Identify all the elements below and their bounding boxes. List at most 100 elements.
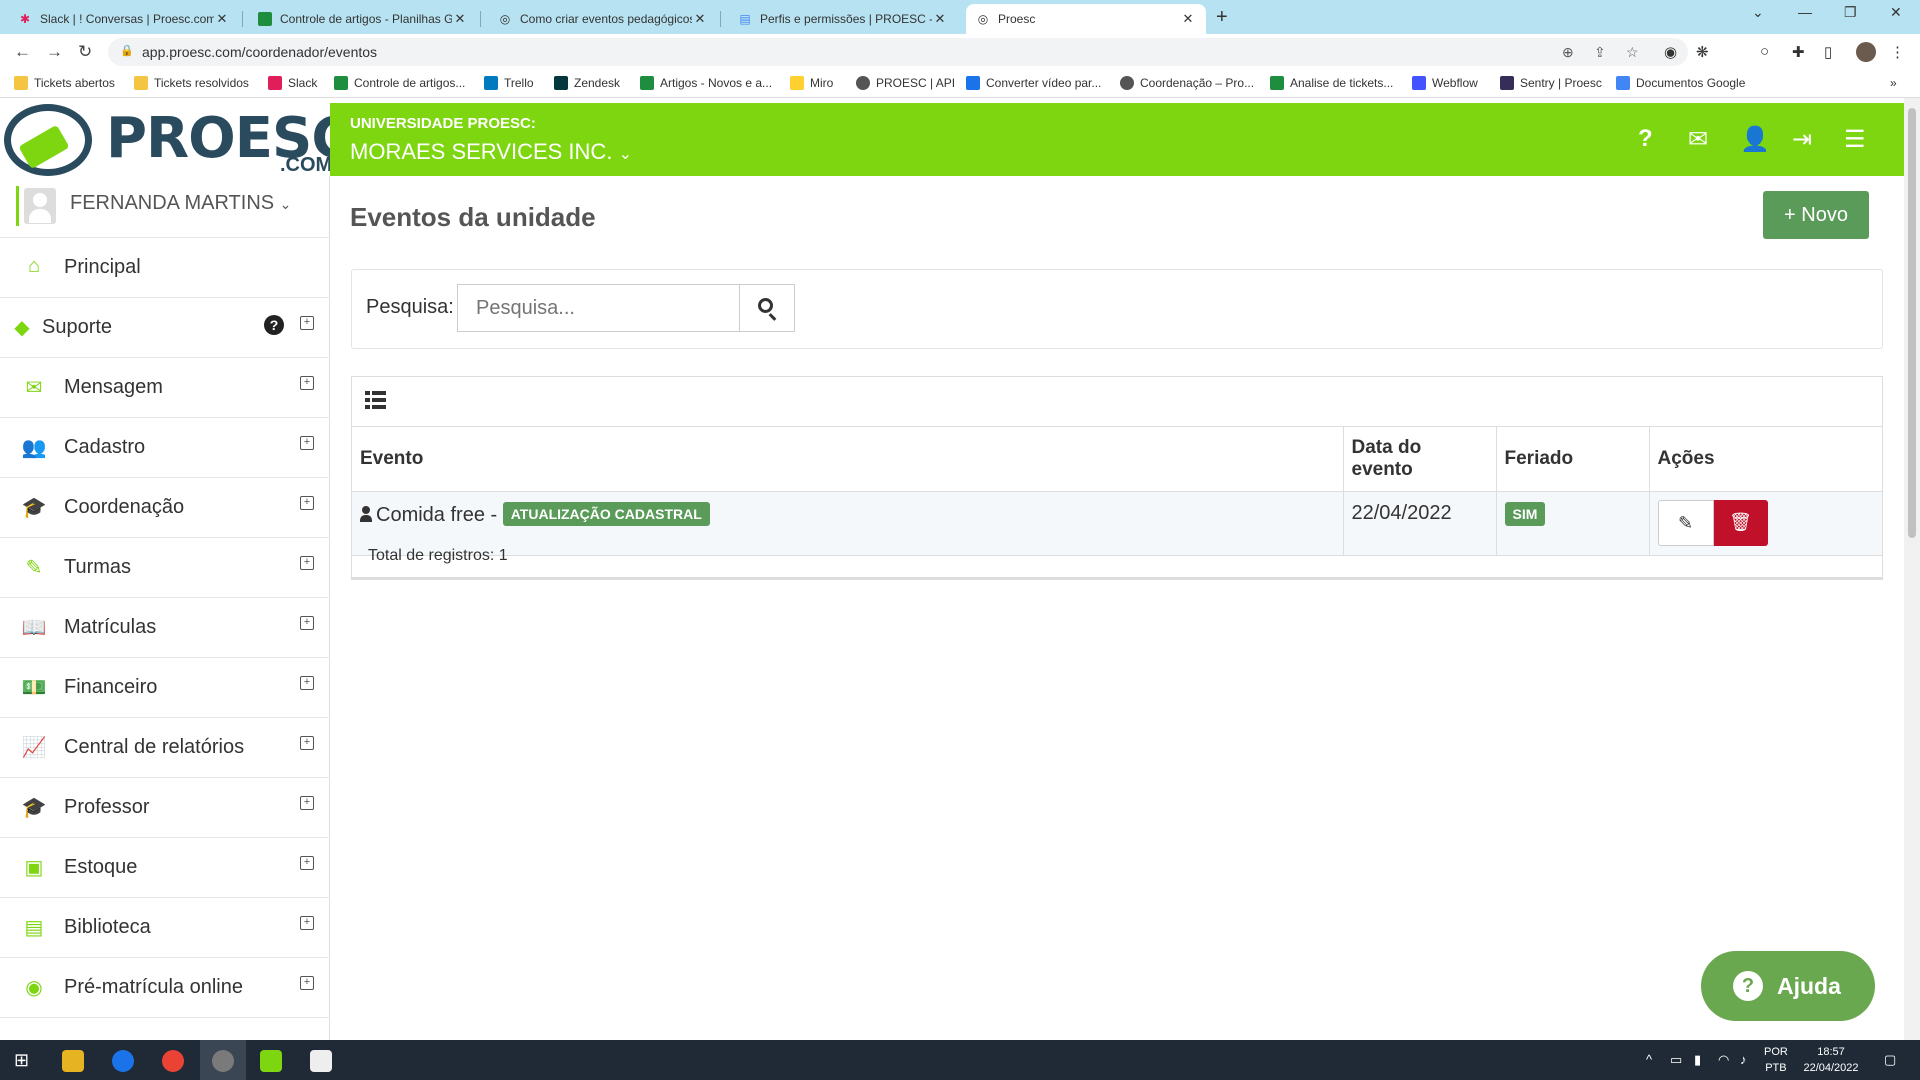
restore-button[interactable]: ❐: [1844, 4, 1857, 21]
file-explorer-icon[interactable]: [62, 1050, 84, 1072]
app-icon[interactable]: [310, 1050, 332, 1072]
bookmark-item[interactable]: Slack: [268, 76, 317, 90]
chevron-up-icon[interactable]: ^: [1646, 1052, 1652, 1067]
minimize-button[interactable]: —: [1798, 4, 1812, 20]
tab-slack[interactable]: ✱ Slack | ! Conversas | Proesc.com | ✕: [8, 4, 240, 34]
help-button[interactable]: ? Ajuda: [1701, 951, 1875, 1021]
omnibox[interactable]: 🔒 app.proesc.com/coordenador/eventos ⊕ ⇪…: [108, 38, 1688, 66]
help-question-icon[interactable]: ?: [264, 315, 284, 335]
bookmark-item[interactable]: Trello: [484, 76, 534, 90]
tab-search-icon[interactable]: ⌄: [1752, 4, 1764, 21]
bookmark-item[interactable]: Artigos - Novos e a...: [640, 76, 772, 90]
sidebar-item-6[interactable]: 📖 Matrículas +: [0, 598, 330, 658]
expand-plus-icon[interactable]: +: [300, 316, 314, 330]
bookmark-item[interactable]: PROESC | API: [856, 76, 955, 90]
edit-button[interactable]: ✎: [1657, 500, 1714, 546]
tab-proesc[interactable]: ◎ Proesc ✕: [966, 4, 1206, 34]
expand-plus-icon[interactable]: +: [300, 616, 314, 630]
bookmark-item[interactable]: Miro: [790, 76, 833, 90]
volume-icon[interactable]: ♪: [1740, 1052, 1747, 1067]
chrome-profile-icon[interactable]: [212, 1050, 234, 1072]
expand-plus-icon[interactable]: +: [300, 856, 314, 870]
bookmark-item[interactable]: Analise de tickets...: [1270, 76, 1393, 90]
side-panel-icon[interactable]: ▯: [1824, 43, 1832, 61]
app-icon[interactable]: [260, 1050, 282, 1072]
bookmark-item[interactable]: Converter vídeo par...: [966, 76, 1101, 90]
reload-icon[interactable]: ↻: [78, 42, 92, 62]
close-tab-icon[interactable]: ✕: [452, 11, 468, 27]
wifi-icon[interactable]: ◠: [1718, 1052, 1729, 1068]
column-header-data[interactable]: Data do evento: [1343, 427, 1497, 492]
share-icon[interactable]: ⇪: [1594, 44, 1606, 61]
bookmark-item[interactable]: Tickets abertos: [14, 76, 115, 90]
sidebar-item-4[interactable]: 🎓 Coordenação +: [0, 478, 330, 538]
sidebar-item-1[interactable]: ◆ Suporte? +: [0, 298, 330, 358]
sign-out-icon[interactable]: ⇥: [1792, 125, 1812, 154]
notifications-icon[interactable]: ▢: [1884, 1052, 1896, 1068]
delete-button[interactable]: 🗑: [1713, 500, 1768, 546]
expand-plus-icon[interactable]: +: [300, 496, 314, 510]
column-header-evento[interactable]: Evento: [352, 427, 1344, 492]
puzzle-icon[interactable]: ✚: [1792, 43, 1805, 61]
bookmark-item[interactable]: Coordenação – Pro...: [1120, 76, 1254, 90]
search-input[interactable]: [457, 284, 739, 332]
new-event-button[interactable]: + Novo: [1763, 191, 1869, 239]
bookmark-item[interactable]: Sentry | Proesc: [1500, 76, 1602, 90]
expand-plus-icon[interactable]: +: [300, 436, 314, 450]
bookmark-item[interactable]: Webflow: [1412, 76, 1478, 90]
profile-avatar[interactable]: [1856, 42, 1876, 62]
sidebar-item-7[interactable]: 💵 Financeiro +: [0, 658, 330, 718]
extension-icon[interactable]: ◉: [1664, 43, 1677, 61]
close-tab-icon[interactable]: ✕: [692, 11, 708, 27]
proesc-logo[interactable]: PROESC .COM: [0, 98, 352, 176]
back-arrow-icon[interactable]: ←: [14, 42, 31, 62]
sidebar-item-11[interactable]: ▤ Biblioteca +: [0, 898, 330, 958]
bookmark-item[interactable]: Documentos Google: [1616, 76, 1745, 90]
extension-icon[interactable]: ○: [1760, 43, 1769, 60]
sidebar-item-5[interactable]: ✎ Turmas +: [0, 538, 330, 598]
sidebar-item-0[interactable]: ⌂ Principal: [0, 238, 330, 298]
bookmark-item[interactable]: Zendesk: [554, 76, 620, 90]
battery-icon[interactable]: ▮: [1694, 1052, 1701, 1068]
user-icon[interactable]: 👤: [1740, 125, 1770, 154]
expand-plus-icon[interactable]: +: [300, 736, 314, 750]
organization-switcher[interactable]: MORAES SERVICES INC. ⌄: [350, 139, 632, 165]
expand-plus-icon[interactable]: +: [300, 976, 314, 990]
expand-plus-icon[interactable]: +: [300, 676, 314, 690]
column-header-feriado[interactable]: Feriado: [1496, 427, 1650, 492]
expand-plus-icon[interactable]: +: [300, 556, 314, 570]
tab-controle-artigos[interactable]: Controle de artigos - Planilhas Go ✕: [248, 4, 478, 34]
bookmark-item[interactable]: Tickets resolvidos: [134, 76, 249, 90]
close-tab-icon[interactable]: ✕: [1180, 11, 1196, 27]
sidebar-item-10[interactable]: ▣ Estoque +: [0, 838, 330, 898]
network-icon[interactable]: ▭: [1670, 1052, 1682, 1068]
url-text[interactable]: app.proesc.com/coordenador/eventos: [142, 44, 377, 60]
close-tab-icon[interactable]: ✕: [214, 11, 230, 27]
sidebar-item-2[interactable]: ✉ Mensagem +: [0, 358, 330, 418]
edge-icon[interactable]: [112, 1050, 134, 1072]
sidebar-item-12[interactable]: ◉ Pré-matrícula online +: [0, 958, 330, 1018]
search-button[interactable]: [739, 284, 795, 332]
extension-icon[interactable]: ❋: [1696, 43, 1709, 61]
close-window-button[interactable]: ✕: [1890, 4, 1902, 21]
envelope-icon[interactable]: ✉: [1688, 125, 1708, 154]
windows-start-icon[interactable]: ⊞: [14, 1050, 29, 1071]
expand-plus-icon[interactable]: +: [300, 916, 314, 930]
question-icon[interactable]: ?: [1638, 125, 1653, 153]
language-indicator[interactable]: POR PTB: [1764, 1044, 1788, 1076]
chrome-icon[interactable]: [162, 1050, 184, 1072]
new-tab-button[interactable]: +: [1216, 6, 1228, 29]
more-bookmarks-icon[interactable]: »: [1890, 76, 1897, 90]
sidebar-item-3[interactable]: 👥 Cadastro +: [0, 418, 330, 478]
zoom-icon[interactable]: ⊕: [1562, 44, 1574, 61]
tab-como-criar-eventos[interactable]: ◎ Como criar eventos pedagógicos ✕: [488, 4, 718, 34]
expand-plus-icon[interactable]: +: [300, 796, 314, 810]
page-scrollbar[interactable]: [1904, 98, 1920, 1040]
sidebar-item-8[interactable]: 📈 Central de relatórios +: [0, 718, 330, 778]
forward-arrow-icon[interactable]: →: [46, 42, 63, 62]
close-tab-icon[interactable]: ✕: [932, 11, 948, 27]
browser-menu-icon[interactable]: ⋮: [1890, 43, 1905, 61]
sidebar-item-9[interactable]: 🎓 Professor +: [0, 778, 330, 838]
hamburger-menu-icon[interactable]: ☰: [1844, 125, 1866, 154]
scrollbar-thumb[interactable]: [1908, 108, 1916, 538]
